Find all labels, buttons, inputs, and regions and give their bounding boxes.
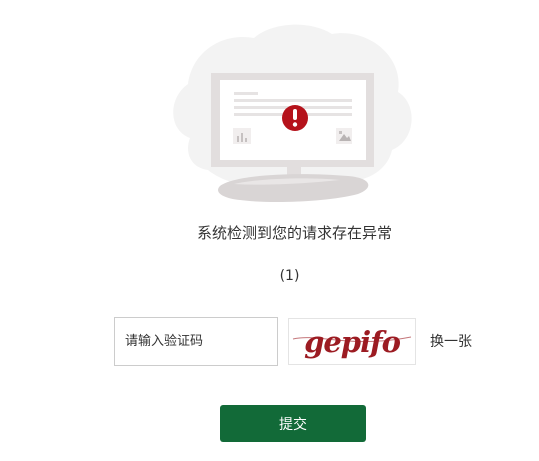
screen-line [234,99,352,102]
monitor-warning-illustration [173,24,412,202]
captcha-image[interactable]: gepifo [288,318,416,365]
attempt-counter: (1) [279,268,300,284]
submit-button[interactable]: 提交 [220,405,366,442]
screen-line [234,92,258,95]
anomaly-message: 系统检测到您的请求存在异常 [196,224,392,242]
refresh-captcha-link[interactable]: 换一张 [430,331,472,351]
captcha-text: gepifo [304,325,400,359]
image-icon [336,128,352,144]
bar-chart-icon [233,128,251,144]
exclamation-alert-icon [282,105,308,131]
captcha-input[interactable] [114,317,278,366]
